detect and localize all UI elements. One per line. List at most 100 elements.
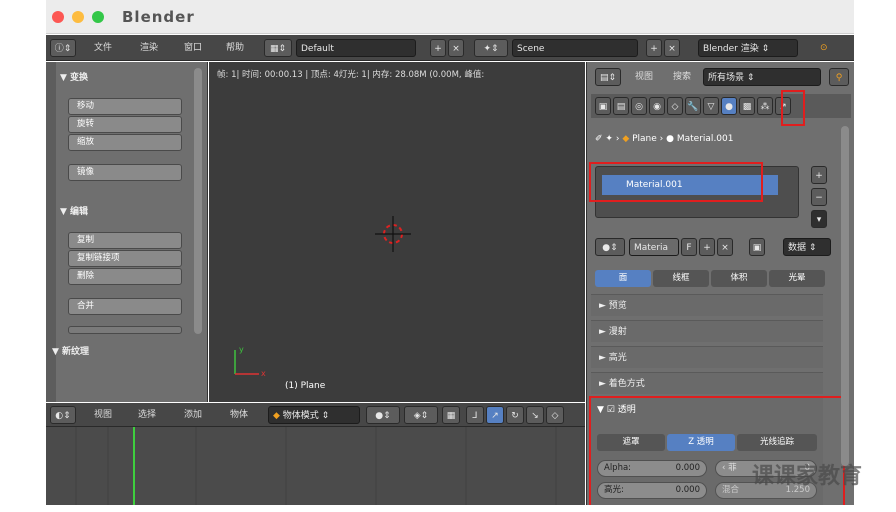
new-texture-panel-title[interactable]: ▼ 新纹理: [52, 344, 89, 357]
scale-button[interactable]: 缩放: [68, 134, 182, 151]
tab-halo[interactable]: 光晕: [769, 270, 825, 287]
editor-type-icon[interactable]: ⓘ⇕: [50, 39, 76, 57]
modifiers-tab-icon[interactable]: 🔧: [685, 97, 701, 115]
remove-layout-icon[interactable]: ×: [448, 39, 464, 57]
props-editor-type-icon[interactable]: ▤⇕: [595, 68, 621, 86]
scene-dropdown[interactable]: Scene: [512, 39, 638, 57]
timeline-menu-add[interactable]: 添加: [180, 406, 206, 424]
world-tab-icon[interactable]: ◉: [649, 97, 665, 115]
material-tab-icon[interactable]: ●: [721, 97, 737, 115]
props-menu-search[interactable]: 搜索: [669, 68, 695, 86]
close-window-button[interactable]: [52, 11, 64, 23]
new-material-icon[interactable]: +: [699, 238, 715, 256]
transform-panel-title[interactable]: ▼ 变换: [60, 70, 88, 83]
add-scene-icon[interactable]: +: [646, 39, 662, 57]
title-bar: Blender: [46, 0, 854, 34]
tool-shelf-scrollbar[interactable]: [194, 68, 202, 334]
pin-icon[interactable]: ✐: [595, 134, 603, 144]
material-name-field[interactable]: Materia: [629, 238, 679, 256]
info-header: ⓘ⇕ 文件 渲染 窗口 帮助 ▦⇕ Default + × ✦⇕ Scene +…: [46, 35, 854, 61]
tab-surface[interactable]: 面: [595, 270, 651, 287]
scene-icon[interactable]: ✦⇕: [474, 39, 508, 57]
timeline-editor-type-icon[interactable]: ◐⇕: [50, 406, 76, 424]
menu-help[interactable]: 帮助: [222, 39, 248, 57]
properties-scrollbar[interactable]: [841, 126, 849, 466]
object-breadcrumb-icon: ◆: [622, 134, 630, 144]
layout-dropdown[interactable]: Default: [296, 39, 416, 57]
object-mode-label: 物体模式: [282, 411, 319, 421]
layers-icon[interactable]: ▦: [442, 406, 460, 424]
join-button[interactable]: 合并: [68, 298, 182, 315]
timeline-menu-view[interactable]: 视图: [90, 406, 116, 424]
pivot-point-icon[interactable]: ◈⇕: [404, 406, 438, 424]
fake-user-button[interactable]: F: [681, 238, 697, 256]
object-mode-dropdown[interactable]: ◆ 物体模式 ⇕: [268, 406, 360, 424]
unlink-material-icon[interactable]: ×: [717, 238, 733, 256]
tab-volume[interactable]: 体积: [711, 270, 767, 287]
props-menu-view[interactable]: 视图: [631, 68, 657, 86]
window-title: Blender: [122, 8, 195, 26]
scene-breadcrumb-icon: ✦ ›: [605, 134, 620, 144]
scale-manipulator-icon[interactable]: ↘: [526, 406, 544, 424]
add-layout-icon[interactable]: +: [430, 39, 446, 57]
global-orientation-icon[interactable]: ◇: [546, 406, 564, 424]
timeline-menu-select[interactable]: 选择: [134, 406, 160, 424]
material-specials-icon[interactable]: ▾: [811, 210, 827, 228]
3d-viewport[interactable]: 帧: 1| 时间: 00:00.13 | 顶点: 4灯光: 1| 内存: 28.…: [209, 62, 585, 402]
duplicate-button[interactable]: 复制: [68, 232, 182, 249]
data-tab-icon[interactable]: ▽: [703, 97, 719, 115]
mirror-button[interactable]: 镜像: [68, 164, 182, 181]
remove-material-slot-icon[interactable]: −: [811, 188, 827, 206]
rotate-button[interactable]: 旋转: [68, 116, 182, 133]
pin-scope-icon[interactable]: ⚲: [829, 68, 849, 86]
3d-cursor-icon[interactable]: [375, 216, 411, 252]
menu-file[interactable]: 文件: [90, 39, 116, 57]
render-engine-label: Blender 渲染: [703, 44, 759, 54]
texture-tab-icon[interactable]: ▩: [739, 97, 755, 115]
breadcrumb-object: Plane: [632, 134, 657, 144]
blender-logo-icon: ⊙: [820, 43, 828, 53]
context-breadcrumb: ✐ ✦ › ◆ Plane › ● Material.001: [595, 134, 734, 144]
shading-panel-header[interactable]: ► 着色方式: [591, 372, 823, 394]
delete-button[interactable]: 删除: [68, 268, 182, 285]
viewport-overlay: y x: [234, 216, 411, 378]
node-toggle-icon[interactable]: ▣: [749, 238, 765, 256]
watermark-text: 课课家教育: [752, 464, 863, 489]
menu-render[interactable]: 渲染: [136, 39, 162, 57]
svg-text:x: x: [261, 369, 266, 378]
screen-layout-icon[interactable]: ▦⇕: [264, 39, 292, 57]
tab-wire[interactable]: 线框: [653, 270, 709, 287]
timeline-menu-object[interactable]: 物体: [226, 406, 252, 424]
rotate-manipulator-icon[interactable]: ↻: [506, 406, 524, 424]
manipulator-icon[interactable]: ⅃: [466, 406, 484, 424]
render-tab-icon[interactable]: ▣: [595, 97, 611, 115]
particles-tab-icon[interactable]: ⁂: [757, 97, 773, 115]
timeline-grid[interactable]: [46, 427, 585, 505]
scope-dropdown[interactable]: 所有场景 ⇕: [703, 68, 821, 86]
minimize-window-button[interactable]: [72, 11, 84, 23]
object-tab-icon[interactable]: ◇: [667, 97, 683, 115]
scene-tab-icon[interactable]: ◎: [631, 97, 647, 115]
add-material-slot-icon[interactable]: +: [811, 166, 827, 184]
timeline-editor: ◐⇕ 视图 选择 添加 物体 ◆ 物体模式 ⇕ ●⇕ ◈⇕ ▦ ⅃ ↗ ↻ ↘ …: [46, 403, 585, 505]
specular-panel-header[interactable]: ► 高光: [591, 346, 823, 368]
diffuse-panel-header[interactable]: ► 漫射: [591, 320, 823, 342]
blender-window: Blender ⓘ⇕ 文件 渲染 窗口 帮助 ▦⇕ Default + × ✦⇕…: [46, 0, 854, 505]
render-engine-dropdown[interactable]: Blender 渲染 ⇕: [698, 39, 798, 57]
shading-collapsed-strip[interactable]: [68, 326, 182, 334]
menu-window[interactable]: 窗口: [180, 39, 206, 57]
shading-mode-icon[interactable]: ●⇕: [366, 406, 400, 424]
material-tab-highlight: [781, 90, 805, 126]
edit-panel-title[interactable]: ▼ 编辑: [60, 204, 88, 217]
context-tabs-bar: ▣ ▤ ◎ ◉ ◇ 🔧 ▽ ● ▩ ⁂ ↗: [591, 94, 851, 118]
translate-manipulator-icon[interactable]: ↗: [486, 406, 504, 424]
render-layers-tab-icon[interactable]: ▤: [613, 97, 629, 115]
link-dropdown[interactable]: 数据 ⇕: [783, 238, 831, 256]
duplicate-linked-button[interactable]: 复制链接项: [68, 250, 182, 267]
remove-scene-icon[interactable]: ×: [664, 39, 680, 57]
breadcrumb-material: Material.001: [676, 134, 734, 144]
move-button[interactable]: 移动: [68, 98, 182, 115]
preview-panel-header[interactable]: ► 预览: [591, 294, 823, 316]
zoom-window-button[interactable]: [92, 11, 104, 23]
material-browse-icon[interactable]: ●⇕: [595, 238, 625, 256]
